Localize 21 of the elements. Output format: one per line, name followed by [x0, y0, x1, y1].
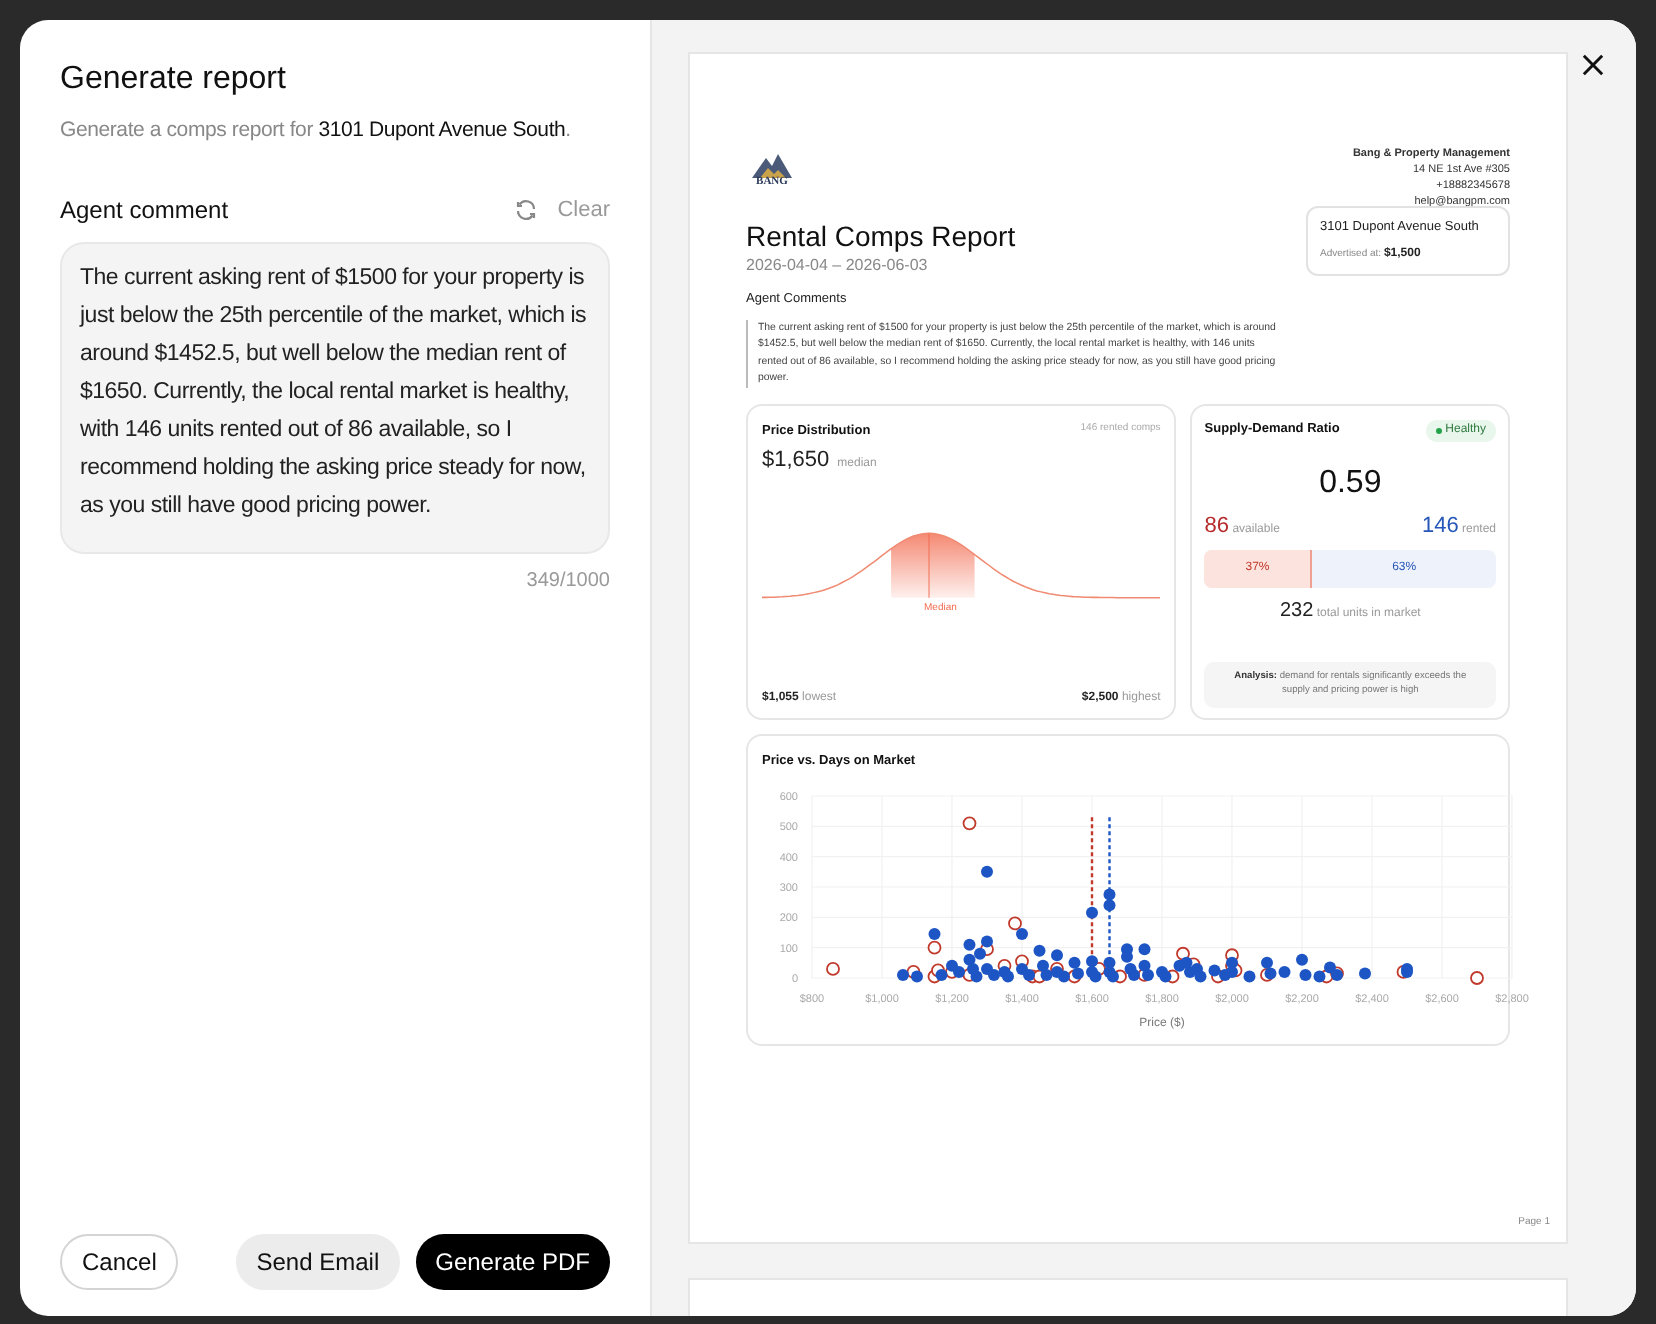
data-point	[962, 815, 977, 830]
character-counter: 349/1000	[524, 567, 610, 596]
send-button[interactable]: Send Email	[236, 1234, 400, 1290]
data-point	[1470, 970, 1484, 984]
comment-field[interactable]: The current asking rent of $1500 for your property is just below the 25th percentile of the market, which is around $1452.5, but well below the median rent of $1650. Currently, the local rental market is healthy, with 146 units rented out of 86 available, so I recommend holding the asking price steady for now, as you still have good pricing power.	[60, 241, 610, 554]
data-point	[1359, 966, 1371, 979]
ratio-value: 0.59	[1317, 463, 1384, 504]
close-icon[interactable]	[1582, 54, 1604, 76]
report-dates: 2026-04-04 – 2026-06-03	[746, 254, 930, 278]
dialog-subtitle: Generate a comps report for 3101 Dupont Avenue South.	[60, 116, 573, 146]
data-point	[826, 961, 840, 975]
median-price: $1,650	[762, 445, 830, 475]
data-point	[1138, 942, 1151, 955]
refresh-icon[interactable]	[513, 197, 538, 222]
generate-button[interactable]: Generate PDF	[415, 1234, 610, 1290]
data-point	[981, 864, 993, 877]
dialog-title: Generate report	[60, 60, 288, 100]
report-title: Rental Comps Report	[746, 218, 1016, 254]
data-point	[1086, 905, 1098, 918]
field-label: Agent comment	[60, 193, 231, 228]
cancel-button[interactable]: Cancel	[60, 1234, 179, 1290]
